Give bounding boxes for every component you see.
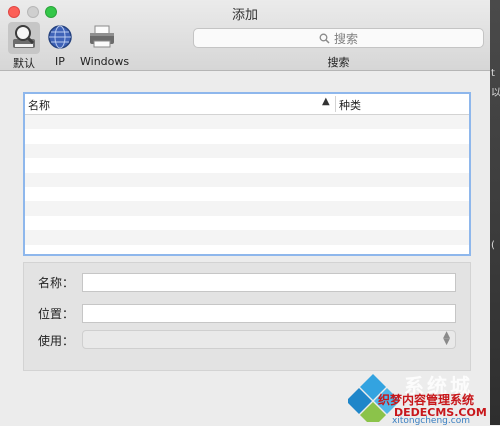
printer-icon [90,25,114,48]
column-divider[interactable] [335,96,336,112]
search-icon [319,33,330,44]
printer-list[interactable]: 名称 ▲ 种类 [23,92,471,256]
background-window-fragment: ( [491,240,495,251]
toolbar-item-ip[interactable]: IP [38,22,82,68]
background-window-fragment: 以 [491,88,500,99]
name-label: 名称： [38,276,75,290]
list-row[interactable] [25,186,469,202]
column-header-name[interactable]: 名称 [28,97,50,113]
search-input[interactable]: 搜索 [193,28,484,48]
sort-ascending-icon: ▲ [322,96,330,107]
background-window-fragment: t [491,68,495,79]
watermark: 系统城 织梦内容管理系统 DEDECMS.COM xitongcheng.com [346,370,496,426]
search-placeholder: 搜索 [333,31,358,46]
list-row[interactable] [25,230,469,245]
list-row[interactable] [25,143,469,159]
magnifier-printer-icon [13,25,35,48]
name-field[interactable] [82,273,456,292]
window-title: 添加 [231,8,258,23]
use-select[interactable]: ▲ ▼ [82,330,456,349]
location-label: 位置： [38,307,75,321]
add-printer-window: 添加 默认 IP Windows 搜索 搜索 名称 ▲ 种类 名称： 位置： 使… [0,0,490,425]
list-row[interactable] [25,129,469,144]
list-row[interactable] [25,158,469,173]
globe-icon [48,25,72,49]
toolbar-item-label: IP [55,55,65,68]
desktop-background: t 以 ( [490,0,500,425]
use-label: 使用： [38,334,75,348]
list-row[interactable] [25,215,469,231]
toolbar-item-windows[interactable]: Windows [80,22,130,68]
printer-details-form: 名称： 位置： 使用： ▲ ▼ [23,262,471,371]
list-row[interactable] [25,244,469,254]
list-row[interactable] [25,201,469,216]
select-arrows-icon: ▲ ▼ [443,330,450,347]
list-row[interactable] [25,172,469,187]
column-header-kind[interactable]: 种类 [339,97,361,113]
search-caption: 搜索 [327,56,350,69]
list-row[interactable] [25,115,469,130]
toolbar-item-label: Windows [80,55,130,68]
toolbar: 添加 默认 IP Windows 搜索 搜索 [0,0,490,71]
location-field[interactable] [82,304,456,323]
list-header: 名称 ▲ 种类 [25,94,469,115]
